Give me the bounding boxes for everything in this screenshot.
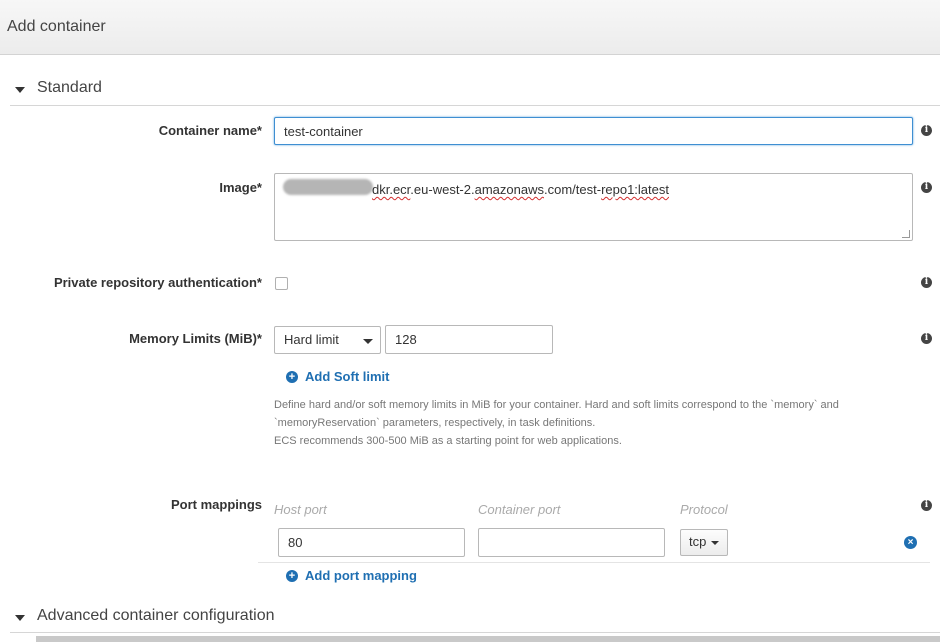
image-value-mid: .eu-west-2. bbox=[410, 182, 475, 197]
container-name-input[interactable] bbox=[274, 117, 913, 145]
private-repo-auth-label: Private repository authentication* bbox=[53, 275, 262, 290]
container-name-info-icon[interactable]: i bbox=[921, 125, 932, 136]
memory-limit-type-select[interactable]: Hard limit bbox=[274, 326, 381, 354]
image-value-domain: amazonaws bbox=[474, 182, 544, 197]
resize-handle[interactable] bbox=[902, 230, 910, 238]
advanced-section-bar bbox=[36, 636, 940, 642]
container-name-label: Container name* bbox=[158, 123, 262, 138]
collapse-caret-icon[interactable] bbox=[15, 87, 25, 93]
col-header-container-port: Container port bbox=[478, 502, 561, 517]
port-mappings-info-icon[interactable]: i bbox=[921, 500, 932, 511]
memory-limits-info-icon[interactable]: i bbox=[921, 333, 932, 344]
modal-title: Add container bbox=[7, 18, 106, 35]
protocol-value: tcp bbox=[689, 534, 707, 549]
port-mappings-label: Port mappings bbox=[170, 497, 262, 512]
chevron-down-icon bbox=[711, 541, 719, 545]
image-textarea[interactable]: dkr.ecr.eu-west-2.amazonaws.com/test-rep… bbox=[274, 173, 913, 241]
col-header-protocol: Protocol bbox=[680, 502, 728, 517]
section-divider bbox=[10, 105, 940, 106]
redacted-account-id bbox=[283, 179, 373, 195]
col-header-host-port: Host port bbox=[274, 502, 327, 517]
memory-help-text: Define hard and/or soft memory limits in… bbox=[274, 396, 874, 450]
port-row-divider bbox=[258, 562, 930, 563]
image-value: dkr.ecr.eu-west-2.amazonaws.com/test-rep… bbox=[372, 182, 669, 197]
image-value-after-domain: .com/test- bbox=[543, 182, 602, 197]
image-label: Image* bbox=[219, 180, 262, 195]
memory-help-line-1: Define hard and/or soft memory limits in… bbox=[274, 399, 839, 411]
memory-help-line-3: ECS recommends 300-500 MiB as a starting… bbox=[274, 435, 622, 447]
image-value-repo: repo1:latest bbox=[601, 182, 669, 197]
add-port-mapping-label: Add port mapping bbox=[305, 568, 417, 583]
chevron-down-icon bbox=[363, 339, 373, 344]
protocol-dropdown[interactable]: tcp bbox=[680, 529, 728, 556]
container-port-input[interactable] bbox=[478, 528, 665, 557]
remove-port-mapping-icon[interactable]: × bbox=[904, 536, 917, 549]
plus-circle-icon: + bbox=[286, 570, 298, 582]
memory-limit-type-value: Hard limit bbox=[284, 332, 339, 347]
collapse-caret-icon[interactable] bbox=[15, 615, 25, 621]
section-divider bbox=[10, 632, 940, 633]
memory-limits-label: Memory Limits (MiB)* bbox=[129, 331, 262, 346]
section-title-advanced[interactable]: Advanced container configuration bbox=[37, 607, 275, 625]
section-title-standard[interactable]: Standard bbox=[37, 79, 102, 97]
image-value-prefix: dkr.ecr bbox=[372, 182, 411, 197]
private-repo-auth-info-icon[interactable]: i bbox=[921, 277, 932, 288]
host-port-input[interactable] bbox=[278, 528, 465, 557]
private-repo-auth-checkbox[interactable] bbox=[275, 277, 288, 290]
modal-header: Add container bbox=[0, 0, 940, 55]
add-soft-limit-label: Add Soft limit bbox=[305, 369, 390, 384]
memory-help-line-2: `memoryReservation` parameters, respecti… bbox=[274, 417, 596, 429]
plus-circle-icon: + bbox=[286, 371, 298, 383]
memory-limit-input[interactable] bbox=[385, 325, 553, 354]
image-info-icon[interactable]: i bbox=[921, 182, 932, 193]
